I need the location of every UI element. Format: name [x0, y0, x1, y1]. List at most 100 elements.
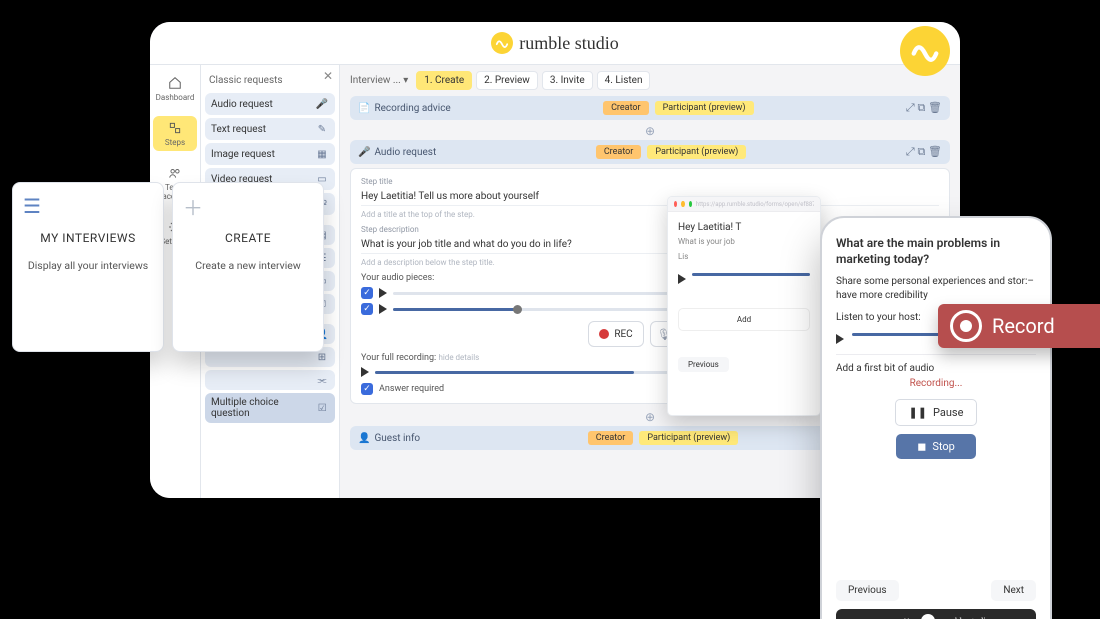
answer-required-label: Answer required	[379, 384, 444, 394]
step-create[interactable]: 1. Create	[416, 71, 472, 90]
mini-add[interactable]: Add	[678, 308, 810, 331]
rec-button[interactable]: REC	[588, 321, 643, 347]
previous-button[interactable]: Previous	[836, 580, 899, 601]
audio-icon: 🎤	[358, 147, 370, 158]
audio-track[interactable]	[692, 273, 810, 276]
step-invite[interactable]: 3. Invite	[542, 71, 593, 90]
mini-listen: Lis	[678, 252, 810, 261]
rail-label: Steps	[165, 138, 185, 147]
play-icon[interactable]	[379, 304, 387, 314]
record-banner[interactable]: Record	[938, 304, 1100, 348]
steps-row: Interview ... ▾ 1. Create 2. Preview 3. …	[350, 71, 950, 90]
phone-question: What are the main problems in marketing …	[836, 236, 1036, 267]
step-preview[interactable]: 2. Preview	[476, 71, 538, 90]
note-icon: 📄	[358, 103, 370, 114]
pill-creator: Creator	[603, 101, 649, 115]
block-title: Recording advice	[374, 103, 450, 114]
traffic-green-icon	[689, 201, 692, 207]
list-icon: ☑	[316, 401, 329, 415]
card-my-interviews[interactable]: ☰ MY INTERVIEWS Display all your intervi…	[12, 182, 164, 352]
play-icon[interactable]	[678, 274, 686, 284]
next-button[interactable]: Next	[991, 580, 1036, 601]
block-tools[interactable]: ⤢ ⧉ 🗑	[906, 145, 942, 159]
block-audio-request[interactable]: 🎤 Audio request Creator Participant (prev…	[350, 140, 950, 164]
block-tools[interactable]: ⤢ ⧉ 🗑	[906, 101, 942, 115]
pill-participant: Participant (preview)	[639, 431, 738, 445]
play-icon[interactable]	[836, 334, 844, 344]
pause-label: Pause	[933, 406, 963, 419]
rail-dashboard[interactable]: Dashboard	[153, 71, 197, 106]
pill-participant: Participant (preview)	[647, 145, 746, 159]
mini-subtitle: What is your job	[678, 237, 810, 246]
mini-question: Hey Laetitia! T	[678, 222, 810, 233]
plus-icon: ＋	[183, 195, 313, 217]
brand-glyph-icon	[921, 614, 935, 619]
grid-icon: ⊞	[315, 350, 329, 364]
req-extra-7[interactable]: ⫘	[205, 370, 335, 390]
list-icon: ☰	[23, 195, 153, 217]
card-desc: Display all your interviews	[23, 259, 153, 274]
checkbox[interactable]: ✓	[361, 287, 373, 299]
mini-previous-button[interactable]: Previous	[678, 357, 729, 372]
req-label: Image request	[211, 149, 275, 160]
pause-icon: ❚❚	[909, 406, 927, 419]
url: https://app.rumble.studio/forms/open/ef8…	[696, 201, 814, 208]
pill-creator: Creator	[596, 145, 642, 159]
record-dot-icon	[599, 329, 609, 339]
checkbox[interactable]: ✓	[361, 303, 373, 315]
play-icon[interactable]	[361, 367, 369, 377]
panel-title: Classic requests	[205, 69, 335, 90]
share-icon: ⫘	[315, 373, 329, 387]
record-ring-icon	[950, 310, 982, 342]
step-title-input[interactable]: Hey Laetitia! Tell us more about yoursel…	[361, 188, 939, 206]
req-mcq[interactable]: Multiple choice question☑	[205, 393, 335, 423]
block-title: Audio request	[374, 147, 436, 158]
card-create[interactable]: ＋ CREATE Create a new interview	[172, 182, 324, 352]
topbar: rumble studio	[150, 22, 960, 65]
add-step-icon[interactable]: ⊕	[350, 124, 950, 140]
stop-label: Stop	[932, 440, 954, 453]
rail-steps[interactable]: Steps	[153, 116, 197, 151]
brand: rumble studio	[491, 32, 619, 54]
block-recording-advice[interactable]: 📄 Recording advice Creator Participant (p…	[350, 96, 950, 120]
interview-dropdown[interactable]: Interview ... ▾	[350, 75, 408, 86]
powered-by: powered by rumble studio	[836, 609, 1036, 619]
checkbox-answer-required[interactable]: ✓	[361, 383, 373, 395]
step-listen[interactable]: 4. Listen	[597, 71, 651, 90]
brand-glyph-icon	[491, 32, 513, 54]
person-icon: 👤	[358, 433, 370, 444]
req-label: Multiple choice question	[211, 397, 316, 419]
recording-status: Recording...	[836, 378, 1036, 389]
field-label: Step title	[361, 177, 939, 186]
record-label: Record	[992, 314, 1055, 338]
traffic-yellow-icon	[681, 201, 684, 207]
hide-details-link[interactable]: hide details	[438, 353, 479, 362]
card-desc: Create a new interview	[183, 259, 313, 274]
image-icon: ▦	[315, 147, 329, 161]
pill-participant: Participant (preview)	[655, 101, 754, 115]
play-icon[interactable]	[379, 288, 387, 298]
phone-subtitle: Share some personal experiences and stor…	[836, 275, 1036, 302]
pill-creator: Creator	[588, 431, 634, 445]
brand-name: rumble studio	[519, 33, 619, 54]
stop-icon: ◼	[917, 440, 926, 453]
stop-button[interactable]: ◼ Stop	[896, 434, 976, 459]
rec-label: REC	[614, 329, 632, 340]
home-icon	[167, 75, 183, 91]
rail-label: Dashboard	[156, 93, 195, 102]
steps-icon	[167, 120, 183, 136]
pause-button[interactable]: ❚❚ Pause	[895, 399, 977, 426]
req-label: Text request	[211, 124, 266, 135]
audio-icon: 🎤	[315, 97, 329, 111]
brand-logo-icon	[900, 26, 950, 76]
req-text[interactable]: Text request✎	[205, 118, 335, 140]
close-icon[interactable]: ✕	[323, 69, 333, 83]
block-title: Guest info	[374, 433, 420, 444]
card-title: CREATE	[183, 231, 313, 245]
phone-preview: What are the main problems in marketing …	[820, 216, 1052, 619]
card-title: MY INTERVIEWS	[23, 231, 153, 245]
req-image[interactable]: Image request ▦	[205, 143, 335, 165]
preview-browser: https://app.rumble.studio/forms/open/ef8…	[667, 196, 821, 416]
req-audio[interactable]: Audio request 🎤	[205, 93, 335, 115]
req-label: Audio request	[211, 99, 273, 110]
